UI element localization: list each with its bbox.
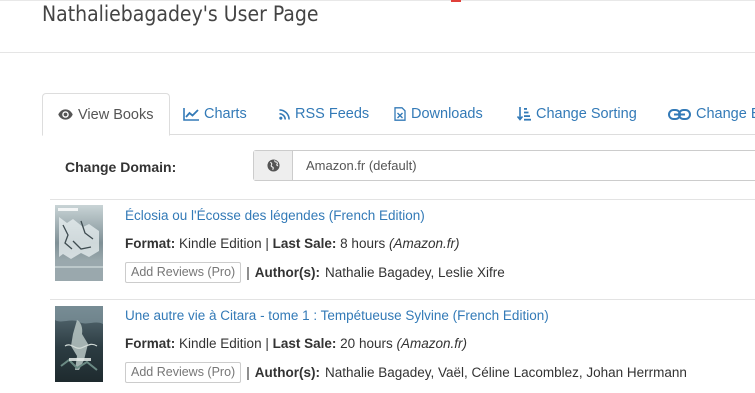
store-name: (Amazon.fr) <box>396 336 467 351</box>
sort-amount-icon <box>517 107 531 121</box>
tab-label: View Books <box>78 106 154 123</box>
tab-downloads[interactable]: Downloads <box>394 93 483 135</box>
separator: | <box>265 236 269 251</box>
tab-label: RSS Feeds <box>295 106 370 122</box>
page-title: Nathaliebagadey's User Page <box>42 2 319 26</box>
authors-value: Nathalie Bagadey, Leslie Xifre <box>324 265 505 280</box>
tab-label: Change Sorting <box>536 106 637 122</box>
tab-charts[interactable]: Charts <box>183 93 247 135</box>
authors-label: Author(s): <box>254 265 320 280</box>
top-rule <box>0 0 755 1</box>
book-authors-line: Add Reviews (Pro) | Author(s): Nathalie … <box>125 262 505 283</box>
book-authors-line: Add Reviews (Pro) | Author(s): Nathalie … <box>125 362 687 383</box>
separator: | <box>246 365 250 380</box>
add-reviews-button[interactable]: Add Reviews (Pro) <box>125 362 242 383</box>
accent-mark <box>451 0 461 2</box>
file-excel-icon <box>394 107 406 121</box>
tab-view-books[interactable]: View Books <box>42 93 170 136</box>
separator: | <box>265 336 269 351</box>
tab-change-sorting[interactable]: Change Sorting <box>517 93 637 135</box>
format-label: Format: <box>125 336 176 351</box>
last-sale-value: 8 hours <box>340 236 386 251</box>
book-row: Éclosia ou l'Écosse des légendes (French… <box>50 200 755 290</box>
tab-rss-feeds[interactable]: RSS Feeds <box>279 93 369 135</box>
separator: | <box>246 265 250 280</box>
store-name: (Amazon.fr) <box>388 236 460 251</box>
tab-label: Charts <box>204 106 247 122</box>
tab-bar: View Books Charts RSS Feeds Downloads Ch… <box>42 93 755 136</box>
authors-label: Author(s): <box>254 365 320 380</box>
format-label: Format: <box>125 236 176 251</box>
book-cover-image[interactable] <box>55 205 103 281</box>
line-chart-icon <box>183 107 199 121</box>
add-reviews-button[interactable]: Add Reviews (Pro) <box>125 262 242 283</box>
format-value: Kindle Edition <box>179 336 262 351</box>
domain-selected-value: Amazon.fr (default) <box>306 158 417 173</box>
last-sale-label: Last Sale: <box>272 336 337 351</box>
authors-value: Nathalie Bagadey, Vaël, Céline Lacomblez… <box>324 365 687 380</box>
last-sale-value: 20 hours <box>340 336 393 351</box>
last-sale-label: Last Sale: <box>272 236 337 251</box>
format-value: Kindle Edition <box>179 236 262 251</box>
change-domain-label: Change Domain: <box>65 159 177 175</box>
globe-icon <box>254 151 293 180</box>
tab-change-e[interactable]: Change E <box>668 93 755 135</box>
header-divider <box>0 52 755 53</box>
rss-icon <box>279 108 290 120</box>
book-row: Une autre vie à Citara - tome 1 : Tempét… <box>50 300 755 390</box>
book-format-line: Format: Kindle Edition | Last Sale: 8 ho… <box>125 236 459 251</box>
book-title-link[interactable]: Une autre vie à Citara - tome 1 : Tempét… <box>125 308 549 323</box>
tab-label: Change E <box>696 106 755 122</box>
tab-label: Downloads <box>411 106 483 122</box>
book-title-link[interactable]: Éclosia ou l'Écosse des légendes (French… <box>125 208 425 223</box>
domain-select[interactable]: Amazon.fr (default) <box>253 150 755 181</box>
eye-icon <box>58 109 73 120</box>
link-icon <box>668 108 691 120</box>
book-cover-image[interactable] <box>55 306 103 382</box>
book-format-line: Format: Kindle Edition | Last Sale: 20 h… <box>125 336 467 351</box>
